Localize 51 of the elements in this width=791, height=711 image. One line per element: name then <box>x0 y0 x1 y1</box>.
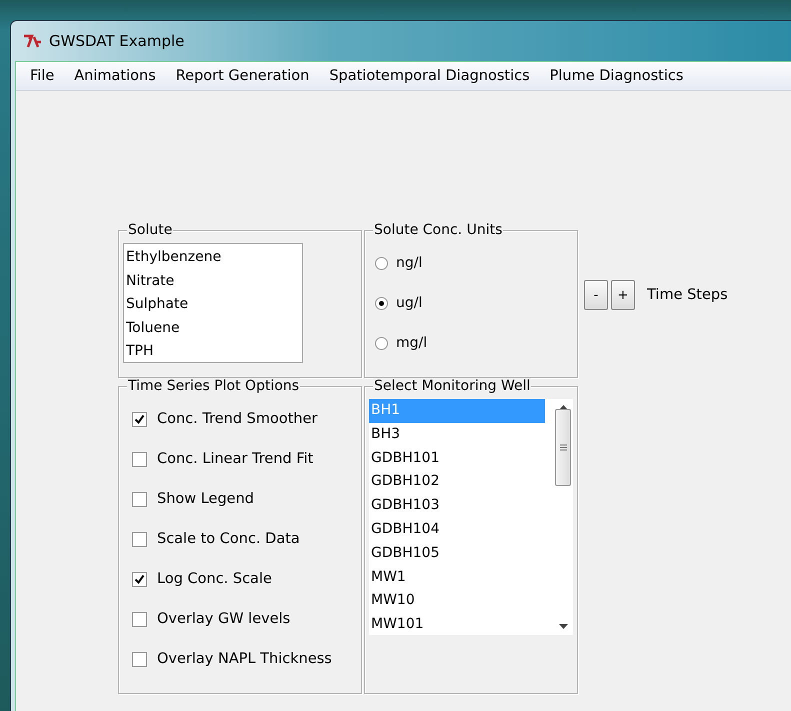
list-item[interactable]: Sulphate <box>124 293 302 316</box>
list-item[interactable]: GDBH102 <box>369 470 545 494</box>
checkbox[interactable] <box>132 612 147 626</box>
checkbox-label: Log Conc. Scale <box>157 571 272 587</box>
checkbox-label: Show Legend <box>157 491 254 507</box>
radio-label: mg/l <box>396 335 428 351</box>
list-item[interactable]: GDBH103 <box>369 494 545 518</box>
scroll-down-icon[interactable] <box>558 624 568 629</box>
list-item[interactable]: Nitrate <box>124 270 302 293</box>
list-item[interactable]: MW10 <box>369 589 545 614</box>
checkbox[interactable] <box>132 532 147 546</box>
list-item[interactable]: BH3 <box>369 422 545 447</box>
step-button[interactable]: - <box>584 280 608 310</box>
frame-title: Time Series Plot Options <box>127 378 300 394</box>
frame-title: Select Monitoring Well <box>373 378 532 394</box>
list-item[interactable]: TPH <box>124 340 302 364</box>
well-list[interactable]: BH1 BH3 GDBH101 GDBH102 GDBH103 GDBH104 GDBH105 MW1 MW10 MW101 <box>369 399 573 635</box>
list-item[interactable]: GDBH101 <box>369 446 545 470</box>
list-item[interactable]: GDBH105 <box>369 542 545 566</box>
solute-list[interactable]: Ethylbenzene Nitrate Sulphate Toluene TPH <box>123 243 303 363</box>
menu-item[interactable]: File <box>20 68 64 84</box>
checkbox-label: Overlay NAPL Thickness <box>157 651 332 667</box>
time-steps-label: Time Steps <box>647 287 728 303</box>
checkbox[interactable] <box>132 412 147 426</box>
list-item[interactable]: MW101 <box>369 613 545 637</box>
step-button[interactable]: + <box>611 280 635 310</box>
list-item[interactable]: GDBH104 <box>369 518 545 542</box>
checkbox[interactable] <box>132 572 147 586</box>
checkbox-label: Scale to Conc. Data <box>157 531 300 547</box>
list-item[interactable]: Toluene <box>124 316 302 340</box>
window-title: GWSDAT Example <box>49 32 184 50</box>
menu-item[interactable]: Plume Diagnostics <box>540 68 694 84</box>
list-item[interactable]: MW1 <box>369 566 545 590</box>
checkbox[interactable] <box>132 452 147 466</box>
scroll-thumb[interactable] <box>555 408 571 486</box>
checkbox-label: Conc. Trend Smoother <box>157 411 318 427</box>
radio-label: ug/l <box>396 295 422 311</box>
menu-item[interactable]: Animations <box>64 68 166 84</box>
checkbox-label: Conc. Linear Trend Fit <box>157 451 314 467</box>
checkbox[interactable] <box>132 492 147 506</box>
app-logo-icon <box>23 34 43 48</box>
radio-button[interactable] <box>375 296 388 310</box>
grip-icon <box>560 444 566 450</box>
radio-button[interactable] <box>375 256 388 270</box>
menu-item[interactable]: Report Generation <box>166 68 320 84</box>
checkbox[interactable] <box>132 652 147 666</box>
radio-button[interactable] <box>375 336 388 350</box>
menu-item[interactable]: Spatiotemporal Diagnostics <box>319 68 540 84</box>
list-item[interactable]: Ethylbenzene <box>124 246 302 270</box>
checkbox-label: Overlay GW levels <box>157 611 290 627</box>
radio-label: ng/l <box>396 255 422 271</box>
